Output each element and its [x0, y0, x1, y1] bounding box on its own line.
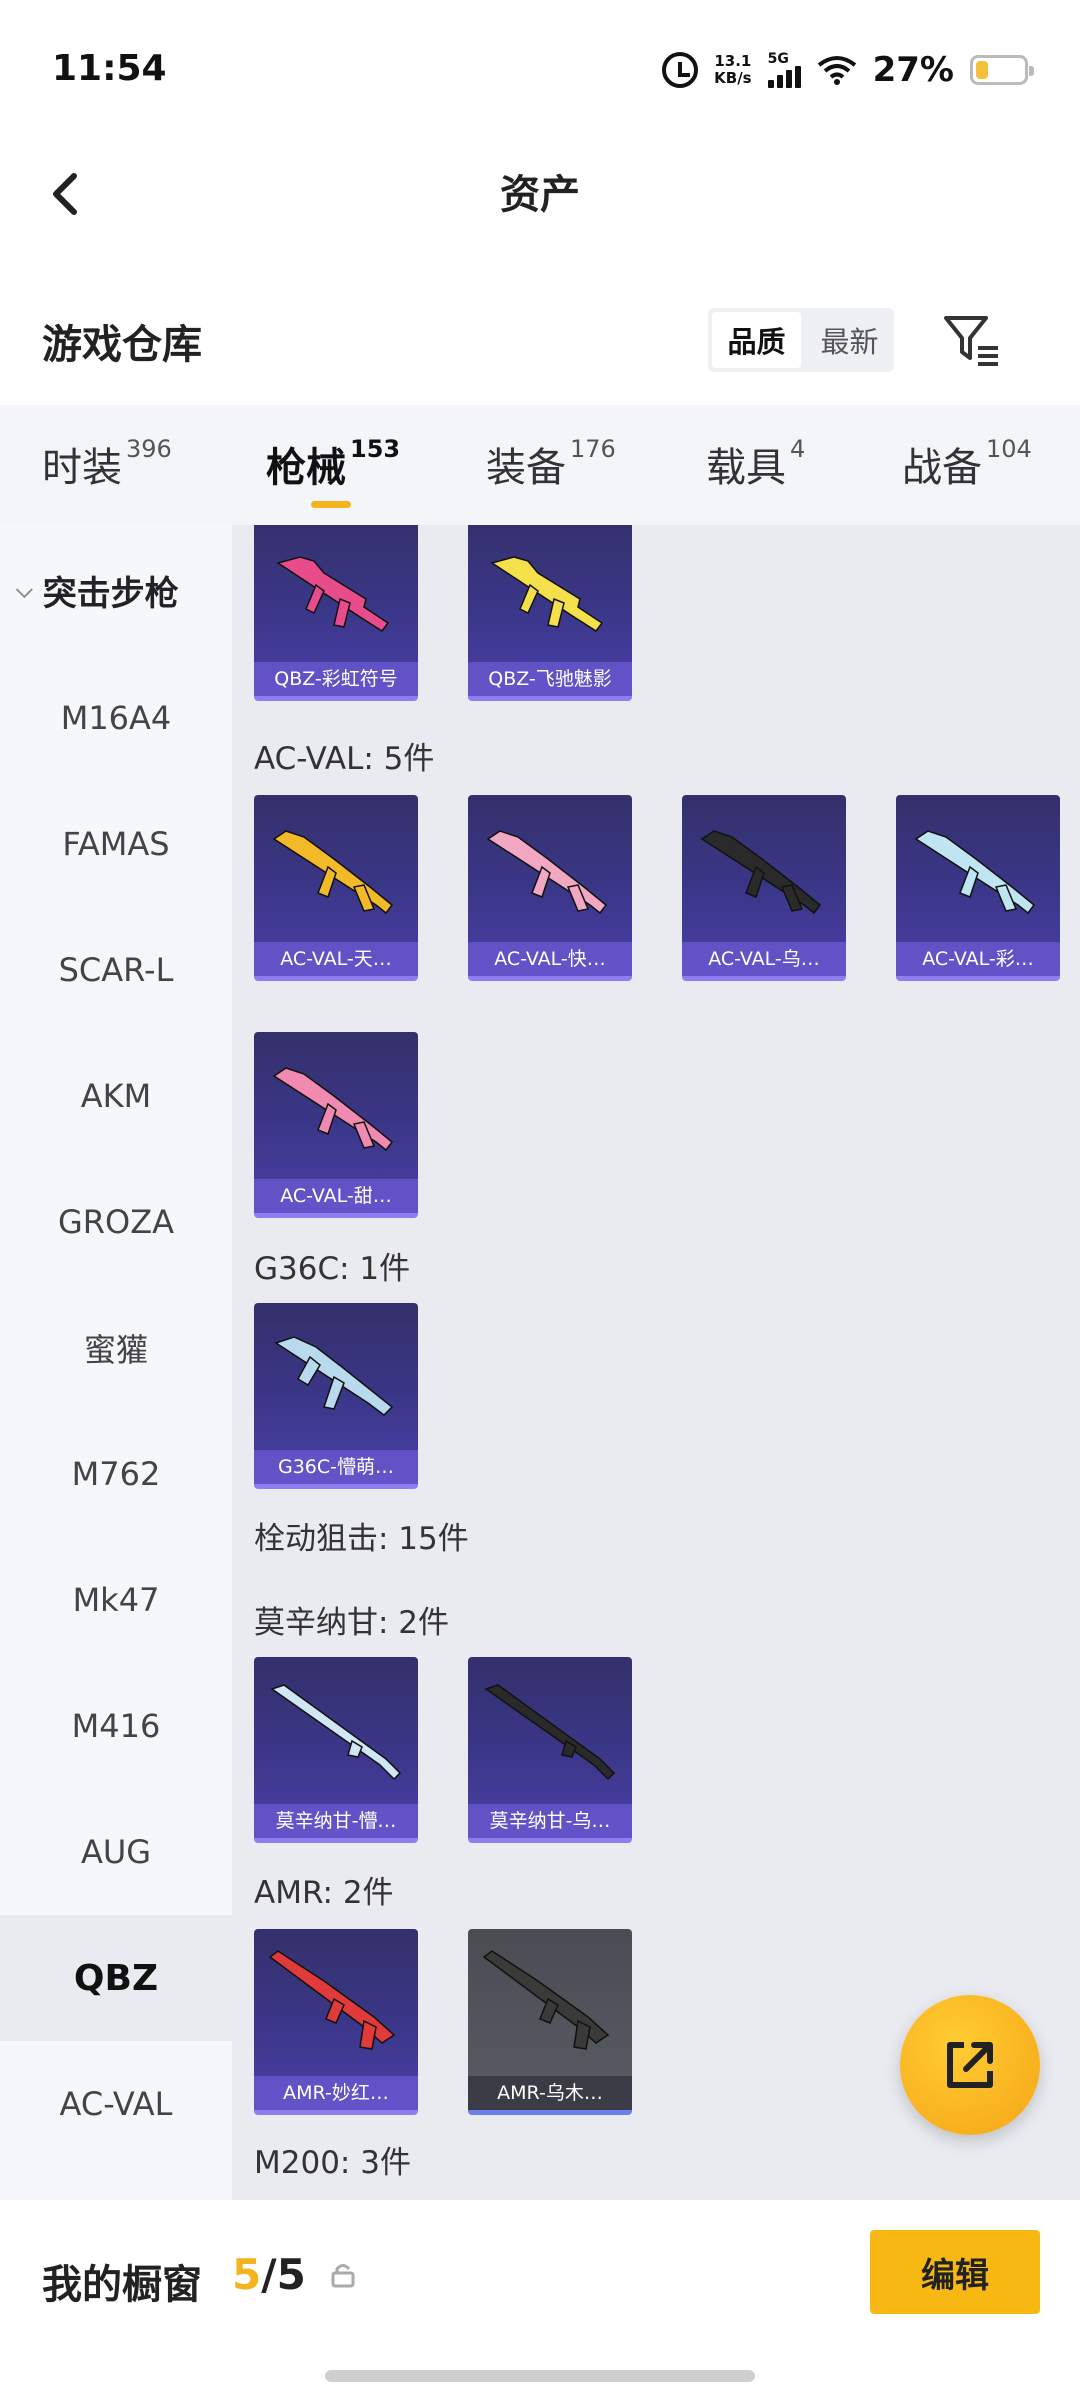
tab-supplies[interactable]: 战备 104 [902, 435, 1032, 493]
battery-percent: 27% [872, 50, 954, 90]
skin-card[interactable]: AC-VAL-彩… [896, 795, 1060, 981]
status-icons: 13.1 KB/s 5G 27% [662, 48, 1034, 92]
sidebar-group-assault-rifles[interactable]: ⌵ 突击步枪 [0, 555, 232, 625]
sidebar-item-honey-badger[interactable]: 蜜獾 [0, 1285, 232, 1411]
status-time: 11:54 [52, 48, 167, 89]
weapon-type-sidebar: ⌵ 突击步枪 M16A4 FAMAS SCAR-L AKM GROZA 蜜獾 M… [0, 525, 232, 2200]
sidebar-item-famas[interactable]: FAMAS [0, 781, 232, 907]
skin-card[interactable]: 莫辛纳甘-乌… [468, 1657, 632, 1843]
sidebar-item-m416[interactable]: M416 [0, 1663, 232, 1789]
skin-card[interactable]: AMR-妙红… [254, 1929, 418, 2115]
rifle-image-icon [272, 830, 394, 915]
rifle-image-icon [914, 830, 1036, 915]
rifle-image-icon [486, 830, 608, 915]
home-indicator[interactable] [325, 2370, 755, 2382]
sidebar-item-groza[interactable]: GROZA [0, 1159, 232, 1285]
chevron-down-icon: ⌵ [16, 577, 33, 603]
sort-option-latest[interactable]: 最新 [805, 308, 894, 372]
group-label-ac-val: AC-VAL: 5件 [254, 741, 435, 777]
sort-toggle: 品质 最新 [708, 308, 894, 372]
skin-card[interactable]: AC-VAL-甜… [254, 1032, 418, 1218]
sidebar-item-aug[interactable]: AUG [0, 1789, 232, 1915]
rifle-image-icon [270, 1684, 402, 1781]
sidebar-item-m762[interactable]: M762 [0, 1411, 232, 1537]
tab-guns[interactable]: 枪械 153 [266, 435, 400, 508]
battery-icon [970, 55, 1034, 85]
sidebar-item-m16a4[interactable]: M16A4 [0, 655, 232, 781]
skin-card[interactable]: 莫辛纳甘-懵… [254, 1657, 418, 1843]
rifle-image-icon [700, 830, 822, 915]
skin-name: AC-VAL-彩… [896, 942, 1060, 976]
skin-card[interactable]: AMR-乌木… [468, 1929, 632, 2115]
skin-name: AMR-乌木… [468, 2076, 632, 2110]
skin-name: AC-VAL-甜… [254, 1179, 418, 1213]
rifle-image-icon [268, 1950, 396, 2050]
wifi-icon [817, 56, 856, 85]
skin-card[interactable]: QBZ-彩虹符号 [254, 525, 418, 701]
group-label-mosin: 莫辛纳甘: 2件 [254, 1605, 450, 1641]
status-bar: 11:54 13.1 KB/s 5G 27% [0, 0, 1080, 140]
group-label-bolt-action: 栓动狙击: 15件 [254, 1521, 469, 1557]
skin-name: QBZ-彩虹符号 [254, 662, 418, 696]
skin-grid: QBZ-彩虹符号 QBZ-飞驰魅影 AC-VAL: 5件 AC-VAL-天… A… [232, 525, 1080, 2200]
skin-name: AC-VAL-乌… [682, 942, 846, 976]
skin-name: QBZ-飞驰魅影 [468, 662, 632, 696]
skin-card[interactable]: AC-VAL-乌… [682, 795, 846, 981]
showcase-bar: 我的橱窗 5/5 编辑 [0, 2200, 1080, 2400]
tab-equipment[interactable]: 装备 176 [486, 435, 616, 493]
rifle-image-icon [274, 1336, 394, 1416]
group-label-m200: M200: 3件 [254, 2145, 411, 2181]
net-speed: 13.1 KB/s [714, 52, 752, 87]
sidebar-item-mk47[interactable]: Mk47 [0, 1537, 232, 1663]
active-tab-indicator [311, 501, 351, 508]
category-tabs: 时装 396 枪械 153 装备 176 载具 4 战备 104 [0, 405, 1080, 525]
sidebar-item-ac-val[interactable]: AC-VAL [0, 2041, 232, 2167]
skin-name: G36C-懵萌… [254, 1450, 418, 1484]
alarm-icon [662, 52, 699, 88]
skin-card[interactable]: AC-VAL-天… [254, 795, 418, 981]
warehouse-header: 游戏仓库 品质 最新 [0, 290, 1080, 390]
tab-outfits[interactable]: 时装 396 [42, 435, 172, 493]
showcase-count: 5/5 [232, 2250, 306, 2299]
sort-option-quality[interactable]: 品质 [712, 312, 801, 368]
sidebar-item-qbz[interactable]: QBZ [0, 1915, 232, 2041]
app-header: 资产 [0, 140, 1080, 250]
rifle-image-icon [490, 556, 604, 633]
rifle-image-icon [484, 1684, 616, 1781]
share-button[interactable] [900, 1995, 1040, 2135]
skin-name: 莫辛纳甘-乌… [468, 1804, 632, 1838]
warehouse-title: 游戏仓库 [42, 322, 202, 368]
skin-name: AC-VAL-快… [468, 942, 632, 976]
group-label-g36c: G36C: 1件 [254, 1251, 411, 1287]
skin-name: AMR-妙红… [254, 2076, 418, 2110]
lock-icon [331, 2264, 355, 2288]
skin-card[interactable]: QBZ-飞驰魅影 [468, 525, 632, 701]
edit-button[interactable]: 编辑 [870, 2230, 1040, 2314]
cell-signal-icon: 5G [767, 52, 801, 88]
sidebar-item-akm[interactable]: AKM [0, 1033, 232, 1159]
share-icon [947, 2042, 993, 2088]
rifle-image-icon [272, 1067, 394, 1152]
showcase-label: 我的橱窗 [42, 2262, 202, 2308]
skin-card[interactable]: G36C-懵萌… [254, 1303, 418, 1489]
tab-vehicles[interactable]: 载具 4 [706, 435, 805, 493]
group-label-amr: AMR: 2件 [254, 1875, 394, 1911]
rifle-image-icon [482, 1950, 610, 2050]
rifle-image-icon [276, 556, 390, 633]
skin-card[interactable]: AC-VAL-快… [468, 795, 632, 981]
skin-name: AC-VAL-天… [254, 942, 418, 976]
filter-icon[interactable] [940, 308, 1004, 372]
page-title: 资产 [500, 172, 580, 218]
skin-name: 莫辛纳甘-懵… [254, 1804, 418, 1838]
sidebar-item-scar-l[interactable]: SCAR-L [0, 907, 232, 1033]
